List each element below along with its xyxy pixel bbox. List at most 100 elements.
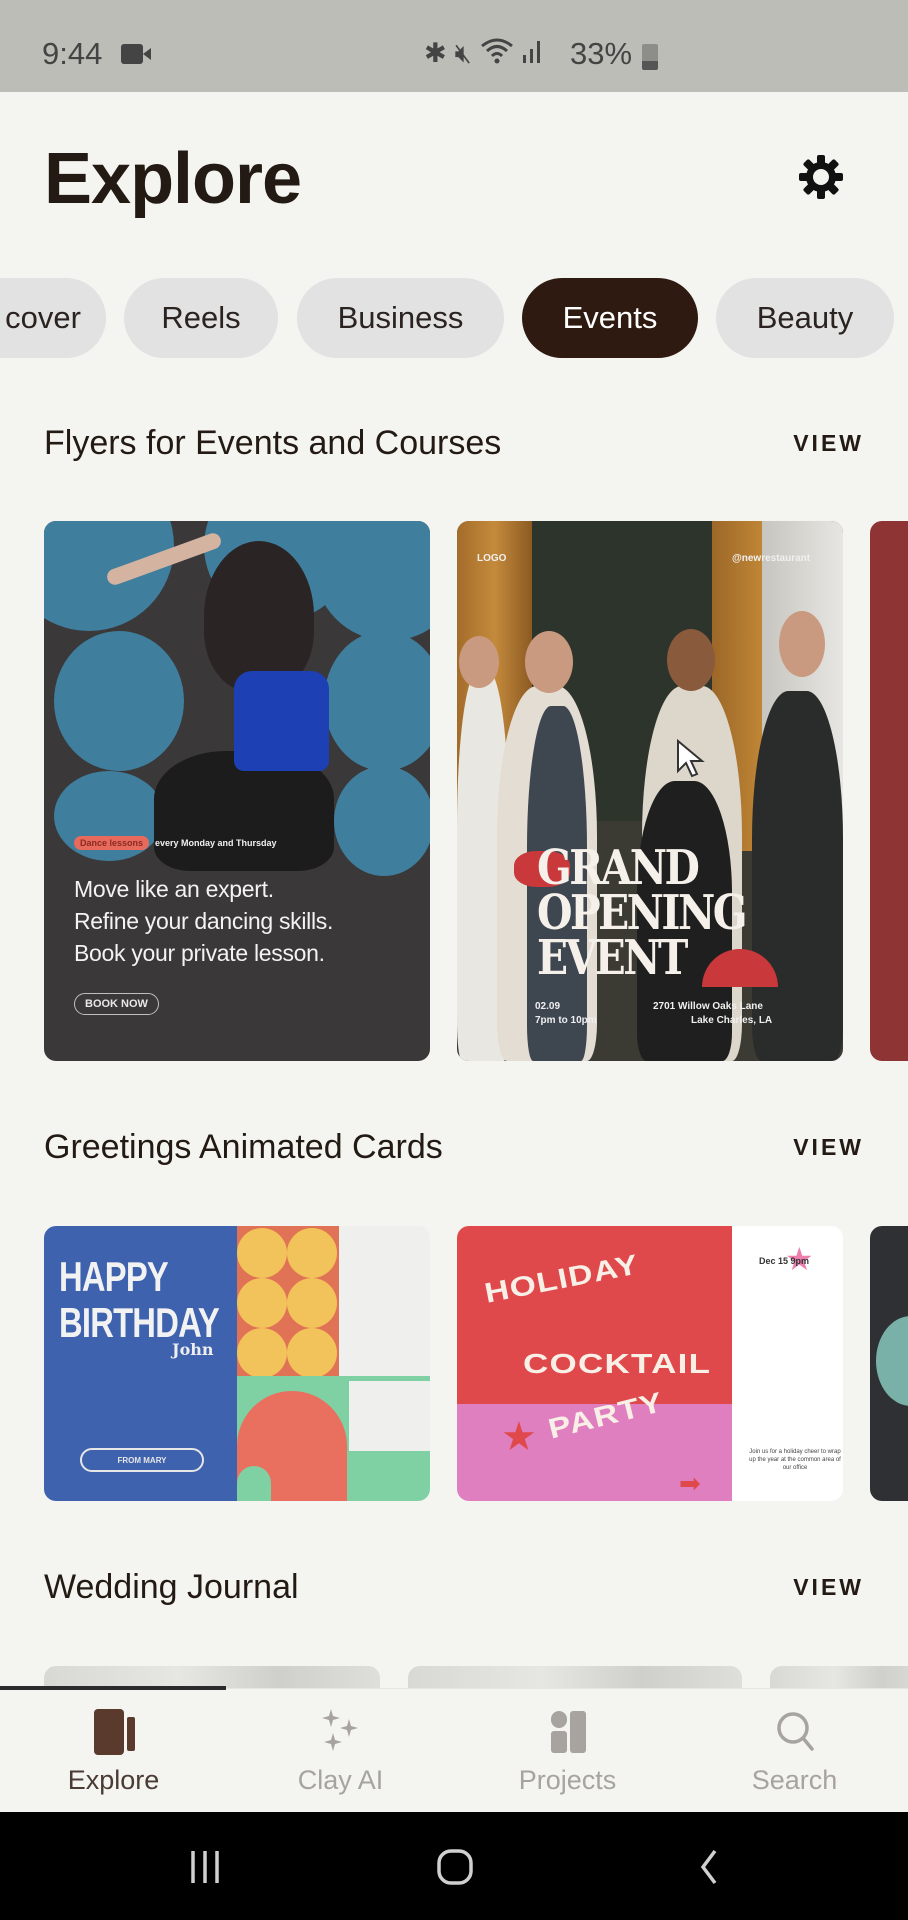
dancer-top xyxy=(234,671,329,771)
tab-label: Projects xyxy=(518,1765,617,1795)
category-chips: cover Reels Business Events Beauty xyxy=(0,278,908,360)
chip-beauty[interactable]: Beauty xyxy=(716,278,894,358)
teal-circle xyxy=(876,1316,908,1406)
tag-pill: Dance lessons xyxy=(74,836,150,850)
greeting-card-peek[interactable] xyxy=(870,1226,908,1501)
tab-label: Clay AI xyxy=(297,1765,384,1795)
tab-label: Explore xyxy=(67,1765,160,1795)
battery-icon xyxy=(642,44,658,70)
battery-percent: 33% xyxy=(570,36,633,71)
decor-blob xyxy=(314,521,430,641)
person-head xyxy=(779,611,825,677)
tag-schedule: every Monday and Thursday xyxy=(155,838,277,848)
view-flyers-button[interactable]: VIEW xyxy=(793,430,864,457)
section-title-flyers: Flyers for Events and Courses xyxy=(44,424,502,462)
event-date: 02.09 xyxy=(535,1001,561,1012)
flyer-card-dance[interactable]: Dance lessons every Monday and Thursday … xyxy=(44,521,430,1061)
person-head xyxy=(459,636,499,688)
decor-blob xyxy=(334,766,430,876)
back-button[interactable] xyxy=(675,1832,745,1902)
decor-dot xyxy=(287,1328,337,1378)
explore-cards-icon xyxy=(88,1709,140,1755)
dots-panel xyxy=(237,1226,339,1378)
event-hours: 7pm to 10pm xyxy=(535,1015,597,1026)
back-icon xyxy=(700,1849,717,1885)
tab-label: Search xyxy=(751,1765,838,1795)
chip-reels[interactable]: Reels xyxy=(124,278,278,358)
headline-line: Move like an expert. xyxy=(74,876,274,902)
search-icon xyxy=(769,1709,821,1755)
status-time: 9:44 xyxy=(42,36,103,71)
headline-line: HAPPY xyxy=(59,1253,169,1300)
headline-line: Refine your dancing skills. xyxy=(74,908,334,934)
status-bar: 9:44 ✱ 🔇︎ 33% xyxy=(0,0,908,92)
chip-label: Reels xyxy=(161,300,241,335)
birthday-headline: HAPPY BIRTHDAY xyxy=(59,1253,220,1346)
home-icon xyxy=(437,1849,473,1885)
dancer-head xyxy=(204,541,314,691)
gear-icon xyxy=(799,155,843,199)
recipient-name: John xyxy=(172,1340,214,1359)
view-greetings-button[interactable]: VIEW xyxy=(793,1134,864,1161)
grand-opening-headline: GRAND OPENING EVENT xyxy=(537,844,748,986)
person-head xyxy=(667,629,715,691)
settings-button[interactable] xyxy=(796,152,846,202)
scroll-progress-indicator xyxy=(0,1686,226,1690)
greeting-card-birthday[interactable]: HAPPY BIRTHDAY John FROM MARY xyxy=(44,1226,430,1501)
mouse-cursor-icon xyxy=(677,739,705,778)
book-now-label: BOOK NOW xyxy=(74,993,159,1015)
flyer-card-peek[interactable] xyxy=(870,521,908,1061)
decor-blob xyxy=(54,631,184,771)
flyer-card-grand-opening[interactable]: LOGO @newrestaurant GRAND OPENING EVENT … xyxy=(457,521,843,1061)
white-panel xyxy=(349,1381,430,1451)
chip-label: cover xyxy=(5,300,81,335)
chip-business[interactable]: Business xyxy=(297,278,504,358)
word-cocktail: COCKTAIL xyxy=(523,1348,712,1379)
holiday-description: Join us for a holiday cheer to wrap up t… xyxy=(749,1449,841,1471)
video-camera-icon xyxy=(121,44,151,64)
signal-icon xyxy=(522,37,542,70)
handle-text: @newrestaurant xyxy=(732,553,811,564)
projects-icon xyxy=(542,1709,594,1755)
chip-discover[interactable]: cover xyxy=(0,278,106,358)
status-icons: ✱ 🔇︎ xyxy=(424,36,542,71)
chip-label: Beauty xyxy=(756,300,854,335)
holiday-date: Dec 15 9pm xyxy=(759,1256,810,1266)
tab-projects[interactable]: Projects xyxy=(454,1689,681,1813)
recent-apps-icon xyxy=(191,1851,219,1883)
star-icon: ★ xyxy=(501,1415,537,1459)
tab-explore[interactable]: Explore xyxy=(0,1689,227,1813)
chip-label: Business xyxy=(337,300,464,335)
tag-row: Dance lessons every Monday and Thursday xyxy=(74,836,277,850)
decor-dot xyxy=(237,1278,287,1328)
arrow-icon: ➡ xyxy=(679,1468,701,1498)
mute-icon: 🔇︎ xyxy=(454,37,472,68)
decor-dot xyxy=(237,1328,287,1378)
tab-clay-ai[interactable]: Clay AI xyxy=(227,1689,454,1813)
tab-search[interactable]: Search xyxy=(681,1689,908,1813)
green-arc xyxy=(237,1466,271,1501)
home-button[interactable] xyxy=(420,1832,490,1902)
chip-label: Events xyxy=(562,300,658,335)
decor-dot xyxy=(287,1278,337,1328)
bottom-nav: Explore Clay AI Projects Search xyxy=(0,1688,908,1812)
logo-text: LOGO xyxy=(477,553,507,564)
greeting-card-holiday[interactable]: HOLIDAY COCKTAIL PARTY ★ ★ Dec 15 9pm ➡ … xyxy=(457,1226,843,1501)
white-panel xyxy=(339,1226,430,1376)
person xyxy=(752,691,843,1061)
chip-events[interactable]: Events xyxy=(522,278,698,358)
section-title-greetings: Greetings Animated Cards xyxy=(44,1128,443,1166)
person-head xyxy=(525,631,573,693)
decor-blob xyxy=(324,631,430,771)
headline-line: Book your private lesson. xyxy=(74,940,325,966)
system-nav-bar xyxy=(0,1812,908,1920)
decor-dot xyxy=(237,1228,287,1278)
bluetooth-icon: ✱ xyxy=(424,38,447,68)
recent-apps-button[interactable] xyxy=(170,1832,240,1902)
decor-dot xyxy=(287,1228,337,1278)
view-wedding-button[interactable]: VIEW xyxy=(793,1574,864,1601)
sparkles-icon xyxy=(315,1709,367,1755)
wifi-icon xyxy=(480,36,514,71)
page-title: Explore xyxy=(44,139,302,219)
headline-line: EVENT xyxy=(537,930,688,986)
